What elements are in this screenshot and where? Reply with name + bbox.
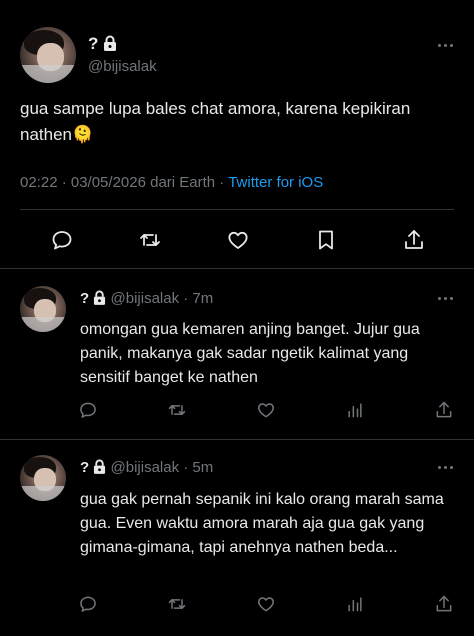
- display-name-text[interactable]: ?: [80, 290, 89, 307]
- reply-icon[interactable]: [50, 228, 74, 252]
- tweet-actions: [50, 228, 426, 252]
- reply-icon[interactable]: [78, 400, 98, 420]
- more-options-icon[interactable]: [438, 297, 453, 300]
- share-icon[interactable]: [434, 594, 454, 614]
- reply-icon[interactable]: [78, 594, 98, 614]
- tweet-meta: 02:22 · 03/05/2026 dari Earth · Twitter …: [20, 174, 323, 191]
- tweet-actions: [78, 400, 454, 420]
- lock-icon: [103, 35, 117, 56]
- timestamp[interactable]: 02:22 · 03/05/2026 dari Earth ·: [20, 174, 228, 191]
- more-options-icon[interactable]: [438, 466, 453, 469]
- avatar[interactable]: [20, 27, 76, 83]
- like-icon[interactable]: [256, 400, 276, 420]
- divider: [0, 268, 474, 269]
- retweet-icon[interactable]: [167, 400, 187, 420]
- avatar[interactable]: [20, 286, 66, 332]
- retweet-icon[interactable]: [138, 228, 162, 252]
- display-name[interactable]: ?: [88, 34, 117, 56]
- handle-time[interactable]: @bijisalak · 7m: [111, 290, 214, 307]
- tweet-text: gua gak pernah sepanik ini kalo orang ma…: [80, 491, 444, 556]
- reply-header: ? @bijisalak · 5m: [80, 459, 213, 478]
- share-icon[interactable]: [402, 228, 426, 252]
- like-icon[interactable]: [256, 594, 276, 614]
- bookmark-icon[interactable]: [314, 228, 338, 252]
- handle[interactable]: @bijisalak: [88, 58, 157, 75]
- source-link[interactable]: Twitter for iOS: [228, 174, 323, 191]
- retweet-icon[interactable]: [167, 594, 187, 614]
- like-icon[interactable]: [226, 228, 250, 252]
- handle-time[interactable]: @bijisalak · 5m: [111, 459, 214, 476]
- divider: [20, 209, 454, 210]
- display-name-text: ?: [88, 34, 99, 53]
- analytics-icon[interactable]: [345, 594, 365, 614]
- avatar[interactable]: [20, 455, 66, 501]
- tweet-text: omongan gua kemaren anjing banget. Jujur…: [80, 321, 420, 386]
- tweet-actions: [78, 594, 454, 614]
- share-icon[interactable]: [434, 400, 454, 420]
- reply-header: ? @bijisalak · 7m: [80, 290, 213, 309]
- lock-icon: [93, 290, 106, 309]
- tweet-text: gua sampe lupa bales chat amora, karena …: [20, 99, 411, 144]
- lock-icon: [93, 459, 106, 478]
- analytics-icon[interactable]: [345, 400, 365, 420]
- divider: [0, 439, 474, 440]
- more-options-icon[interactable]: [438, 44, 453, 47]
- display-name-text[interactable]: ?: [80, 459, 89, 476]
